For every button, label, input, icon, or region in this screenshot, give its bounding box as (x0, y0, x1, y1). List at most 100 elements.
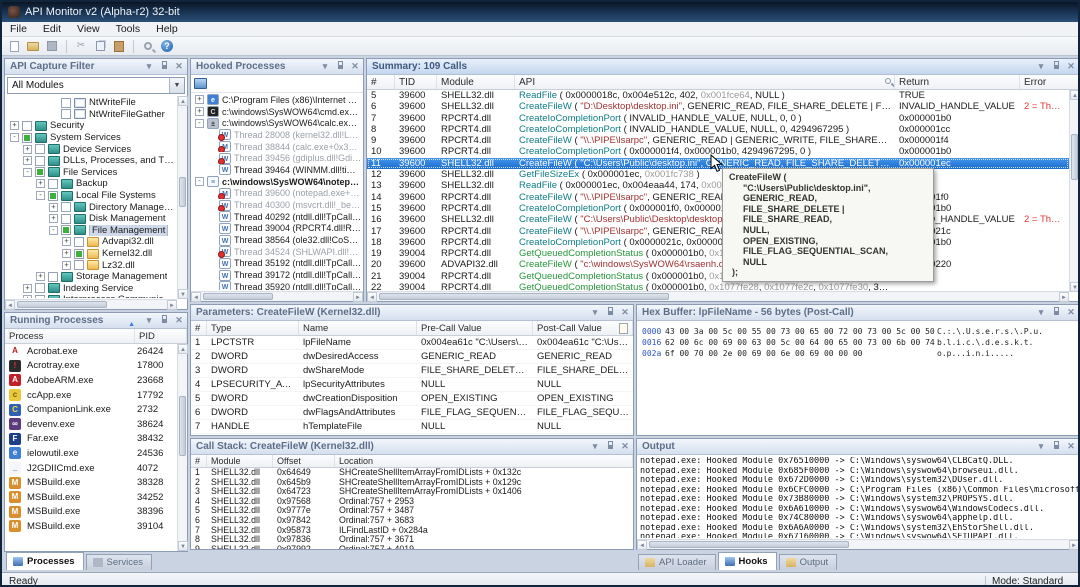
process-row[interactable]: M MSBuild.exe 34252 (5, 490, 177, 505)
tree-item[interactable]: + Storage Management (6, 271, 176, 283)
output-log[interactable]: notepad.exe: Hooked Module 0x76510000 ->… (637, 457, 1078, 538)
new-document-icon[interactable] (6, 39, 22, 54)
api-call-row[interactable]: 20 39600 ADVAPI32.dll CreateFileW ( "c:\win… (367, 259, 1069, 270)
process-row[interactable]: ∞ devenv.exe 38624 (5, 417, 177, 432)
api-call-row[interactable]: 13 39600 SHELL32.dll ReadFile ( 0x000001ec,… (367, 180, 1069, 191)
hooked-tree-item[interactable]: M Thread 38844 (calc.exe+0x3830B) (192, 141, 362, 153)
parameter-row[interactable]: 5 DWORD dwCreationDisposition OPEN_EXISTING… (191, 392, 633, 406)
tree-item[interactable]: - File Services (6, 167, 176, 179)
call-stack-row[interactable]: 4 SHELL32.dll 0x97568 Ordinal:757 + 2953 (191, 497, 633, 507)
column-header-precall[interactable]: Pre-Call Value (417, 321, 533, 335)
expander-icon[interactable]: + (23, 144, 32, 154)
close-icon[interactable]: ✕ (174, 60, 184, 73)
menu-tools[interactable]: Tools (108, 22, 149, 36)
panel-menu-icon[interactable]: ▾ (1036, 440, 1046, 453)
process-row[interactable]: A Acrobat.exe 26424 (5, 344, 177, 359)
expander-icon[interactable]: + (62, 260, 71, 270)
panel-menu-icon[interactable]: ▾ (1036, 306, 1046, 319)
checkbox[interactable] (48, 271, 58, 282)
close-icon[interactable]: ✕ (1066, 60, 1076, 73)
panel-menu-icon[interactable]: ▾ (590, 440, 600, 453)
column-header-number[interactable]: # (367, 75, 395, 89)
copy-icon[interactable] (92, 39, 108, 54)
expander-icon[interactable]: + (23, 156, 32, 166)
hooked-tree-item[interactable]: W Thread 28008 (kernel32.dll!LoadLib (192, 129, 362, 141)
hex-dump[interactable]: 0000 43 00 3a 00 5c 00 55 00 73 00 65 00 … (639, 326, 1077, 433)
checkbox[interactable] (74, 236, 84, 247)
parameter-row[interactable]: 4 LPSECURITY_ATTRIBUTES lpSecurityAttribut… (191, 378, 633, 392)
hooked-tree-item[interactable]: WThread 35920 (ntdll.dll!TpCallbackM (192, 281, 362, 290)
expander-icon[interactable]: + (10, 121, 19, 131)
close-icon[interactable]: ✕ (350, 60, 360, 73)
hooked-tree-item[interactable]: WThread 40292 (ntdll.dll!TpCallbackM (192, 211, 362, 223)
column-header-module[interactable]: Module (207, 455, 273, 467)
close-icon[interactable]: ✕ (174, 314, 184, 327)
expander-icon[interactable]: + (62, 249, 71, 259)
help-icon[interactable]: ? (159, 39, 175, 54)
call-stack-row[interactable]: 1 SHELL32.dll 0x64649 SHCreateShellItemArra… (191, 468, 633, 478)
expander-icon[interactable]: - (49, 225, 58, 235)
checkbox[interactable] (22, 120, 32, 131)
api-call-row[interactable]: 5 39600 SHELL32.dll ReadFile ( 0x0000018c, … (367, 90, 1069, 101)
panel-menu-icon[interactable]: ▾ (144, 60, 154, 73)
api-call-row[interactable]: 17 39600 RPCRT4.dll CreateFileW ( "\\.\PIPE… (367, 226, 1069, 237)
call-stack-row[interactable]: 3 SHELL32.dll 0x64723 SHCreateShellItemArra… (191, 487, 633, 497)
title-bar[interactable]: API Monitor v2 (Alpha-r2) 32-bit (2, 2, 1078, 22)
column-header-module[interactable]: Module (437, 75, 515, 89)
tree-item[interactable]: + Device Services (6, 143, 176, 155)
checkbox[interactable] (35, 283, 45, 294)
chevron-down-icon[interactable]: ▼ (169, 78, 184, 93)
api-call-row[interactable]: 15 39600 RPCRT4.dll CreateIoCompletionPort … (367, 203, 1069, 214)
column-header-postcall[interactable]: Post-Call Value (533, 321, 633, 335)
api-call-row[interactable]: 14 39600 RPCRT4.dll CreateFileW ( "\\.\PIPE… (367, 192, 1069, 203)
save-icon[interactable] (44, 39, 60, 54)
tab-services[interactable]: Services (85, 554, 152, 570)
expander-icon[interactable]: + (36, 179, 45, 189)
close-icon[interactable]: ✕ (620, 306, 630, 319)
process-row[interactable]: _ J2GDIICmd.exe 4072 (5, 461, 177, 476)
hooked-tree-item[interactable]: W Thread 39456 (gdiplus.dll!GdipGet (192, 152, 362, 165)
hooked-tree-item[interactable]: WThread 35192 (ntdll.dll!TpCallbackM (192, 257, 362, 270)
call-stack-row[interactable]: 6 SHELL32.dll 0x97842 Ordinal:757 + 3683 (191, 516, 633, 526)
parameter-row[interactable]: 7 HANDLE hTemplateFile NULL NULL (191, 420, 633, 434)
expander-icon[interactable]: + (195, 95, 204, 105)
tree-item[interactable]: + Kernel32.dll (6, 248, 176, 260)
column-header-tid[interactable]: TID (395, 75, 437, 89)
parameter-row[interactable]: 6 DWORD dwFlagsAndAttributes FILE_FLAG_SEQU… (191, 406, 633, 420)
tree-item[interactable]: + Disk Management (6, 213, 176, 225)
tree-item[interactable]: + Backup (6, 178, 176, 190)
checkbox[interactable] (61, 109, 71, 120)
hooked-tree-item[interactable]: M Thread 39600 (notepad.exe+0x31E (192, 187, 362, 200)
hooked-tree-horizontal-scrollbar[interactable]: ◄ ► (191, 291, 363, 302)
process-row[interactable]: ! Acrotray.exe 17800 (5, 359, 177, 374)
menu-view[interactable]: View (69, 22, 108, 36)
pin-icon[interactable] (335, 60, 345, 73)
api-call-row[interactable]: 16 39600 SHELL32.dll CreateFileW ( "C:\User… (367, 214, 1069, 225)
expander-icon[interactable]: + (62, 237, 71, 247)
pin-icon[interactable] (1051, 440, 1061, 453)
tree-item[interactable]: + Directory Management (6, 201, 176, 213)
checkbox[interactable] (35, 144, 45, 155)
checkbox[interactable] (61, 202, 71, 213)
api-call-row[interactable]: 21 39004 RPCRT4.dll GetQueuedCompletionStat… (367, 271, 1069, 282)
hooked-tree-item[interactable]: W Thread 40300 (msvcrt.dll!_beginthr (192, 199, 362, 211)
column-header-number[interactable]: # (191, 455, 207, 467)
hooked-tree-item[interactable]: WThread 39004 (RPCRT4.dll!RpcServe (192, 222, 362, 235)
hooked-tree-item[interactable]: -±c:\windows\SysWOW64\calc.exe (Term (192, 117, 362, 129)
process-row[interactable]: e ielowutil.exe 24536 (5, 446, 177, 461)
tree-item[interactable]: + Security (6, 120, 176, 132)
hooked-tree-item[interactable]: WThread 39172 (ntdll.dll!TpCallbackM (192, 269, 362, 281)
column-header-pid[interactable]: PID (135, 329, 187, 343)
column-header-process[interactable]: Process (5, 329, 135, 343)
pin-icon[interactable] (1051, 60, 1061, 73)
expander-icon[interactable]: - (195, 118, 204, 128)
module-filter-select[interactable]: All Modules ▼ (7, 77, 185, 94)
expander-icon[interactable]: + (49, 202, 58, 212)
api-call-row[interactable]: 18 39600 RPCRT4.dll CreateIoCompletionPort … (367, 237, 1069, 248)
call-stack-row[interactable]: 5 SHELL32.dll 0x9777e Ordinal:757 + 3487 (191, 506, 633, 516)
tree-item[interactable]: - File Management (6, 224, 176, 237)
checkbox[interactable] (22, 132, 32, 143)
panel-menu-icon[interactable]: ▾ (320, 60, 330, 73)
expander-icon[interactable]: - (36, 191, 45, 201)
tab-output[interactable]: Output (778, 554, 838, 570)
